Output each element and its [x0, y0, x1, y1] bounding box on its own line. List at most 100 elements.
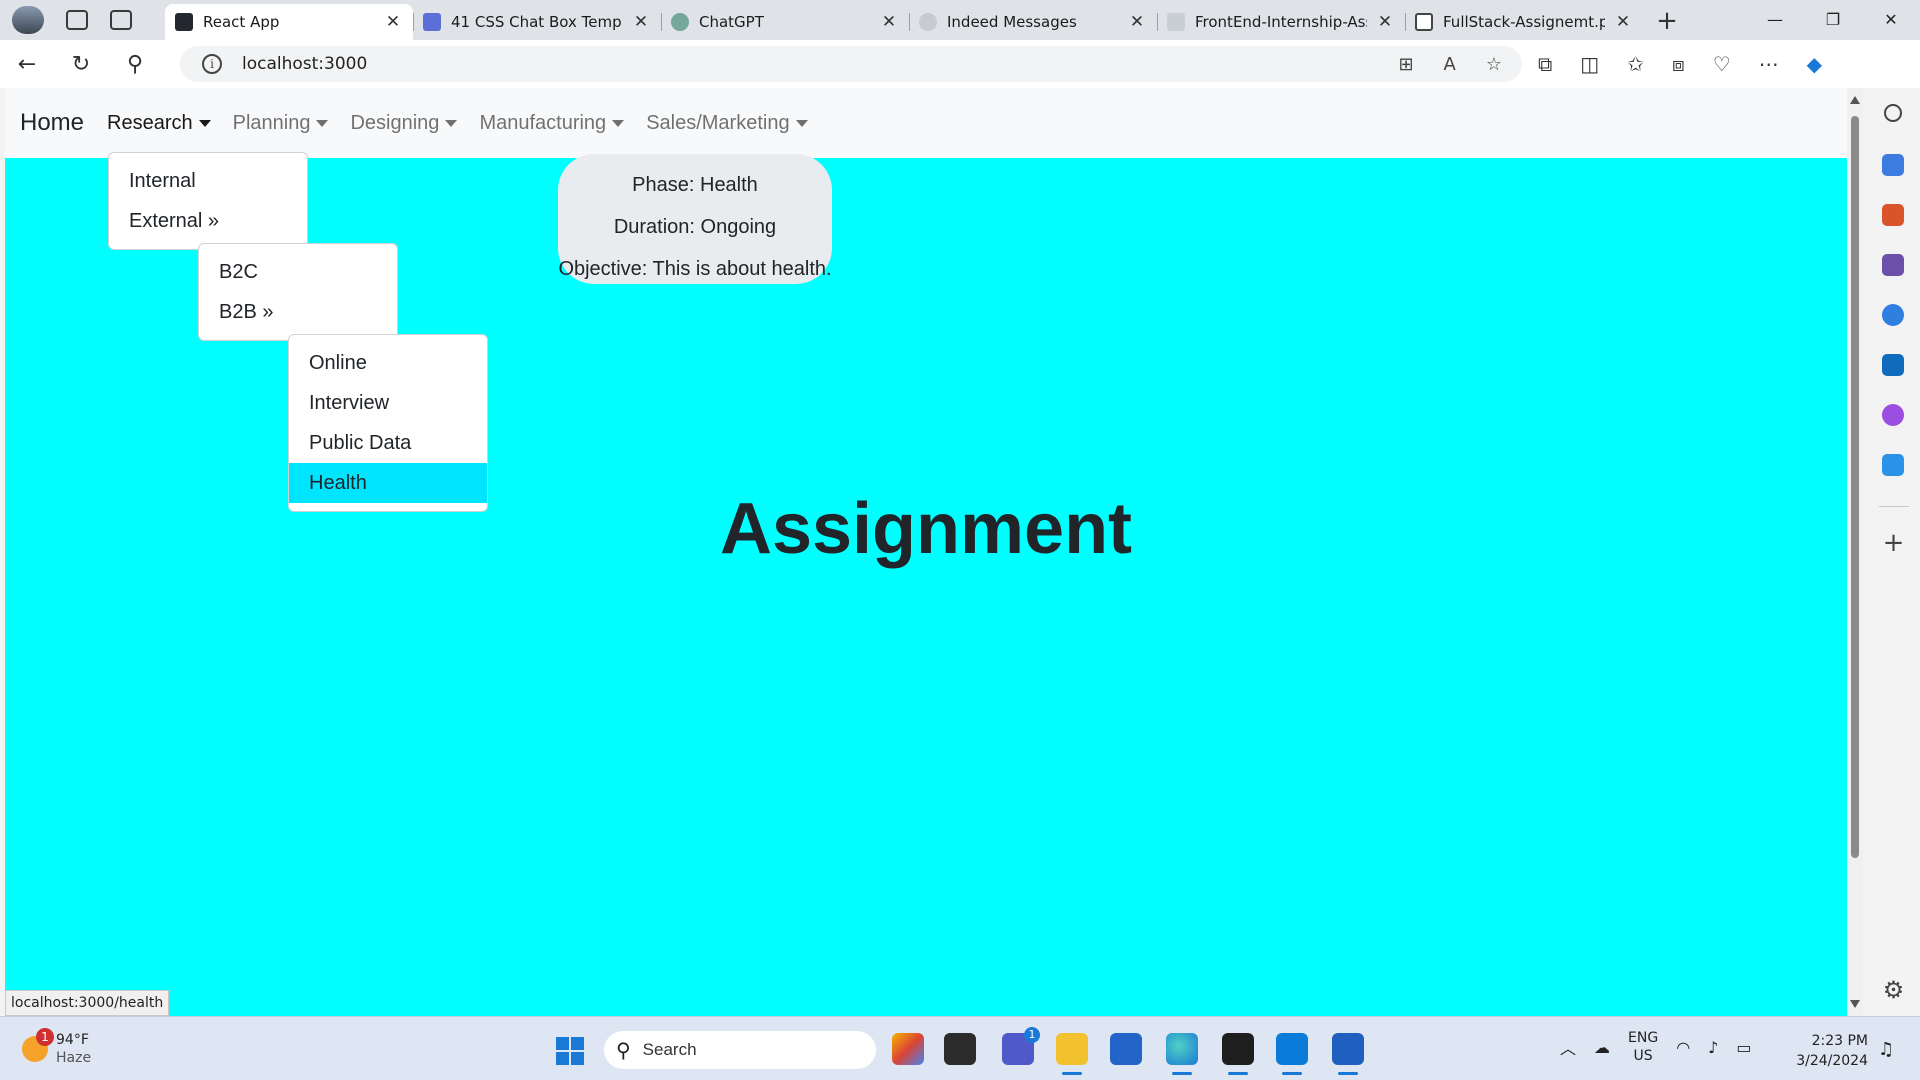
browser-essentials-icon[interactable]: ♡ — [1713, 52, 1731, 76]
copilot-icon[interactable]: ◆ — [1807, 52, 1822, 76]
menu-item-online[interactable]: Online — [289, 343, 487, 383]
refresh-icon[interactable]: ↻ — [54, 52, 108, 77]
info-favicon-icon — [919, 13, 937, 31]
close-tab-icon[interactable]: ✕ — [631, 12, 651, 32]
sidebar-settings-icon[interactable]: ⚙ — [1867, 976, 1920, 1004]
taskbar-clock[interactable]: 2:23 PM 3/24/2024 — [1792, 1031, 1868, 1071]
page-title: Assignment — [719, 489, 1133, 569]
sidebar-shopping-icon[interactable] — [1882, 154, 1904, 176]
new-tab-button[interactable]: + — [1643, 4, 1691, 40]
browser-tools: ⧉ ◫ ✩ ⧈ ♡ ⋯ ◆ — [1538, 40, 1822, 88]
duration-text: Duration: Ongoing — [613, 216, 777, 238]
page-viewport: Home Research Planning Designing Manufac… — [5, 88, 1847, 1016]
sidebar-add-icon[interactable]: + — [1867, 528, 1920, 558]
split-screen-icon[interactable]: ◫ — [1580, 52, 1599, 76]
page-scrollbar[interactable] — [1847, 88, 1863, 1016]
windows-taskbar: 1 94°F Haze ⚲ Search 1 ︿ ☁ ENG US ◠ ♪ ▭ … — [0, 1016, 1920, 1080]
b2b-submenu: Online Interview Public Data Health — [288, 334, 488, 512]
menu-item-interview[interactable]: Interview — [289, 383, 487, 423]
cloud-sync-icon[interactable]: ☁ — [1594, 1038, 1610, 1057]
external-submenu: B2C B2B » — [198, 243, 398, 341]
word-icon[interactable] — [1332, 1033, 1364, 1075]
taskbar-search[interactable]: ⚲ Search — [604, 1031, 876, 1069]
copilot-app-icon[interactable] — [892, 1033, 924, 1065]
site-favicon-icon — [423, 13, 441, 31]
sidebar-search-icon[interactable] — [1884, 104, 1902, 122]
close-window-icon[interactable]: ✕ — [1862, 0, 1920, 40]
address-url[interactable]: localhost:3000 — [242, 54, 367, 74]
task-view-icon[interactable] — [944, 1033, 976, 1065]
tab-actions-icon[interactable] — [110, 10, 132, 30]
language-indicator[interactable]: ENG US — [1628, 1029, 1658, 1065]
sidebar-drop-icon[interactable] — [1882, 454, 1904, 476]
sidebar-designer-icon[interactable] — [1882, 404, 1904, 426]
file-explorer-icon[interactable] — [1056, 1033, 1088, 1075]
app-available-icon[interactable]: ⊞ — [1398, 54, 1413, 75]
profile-avatar[interactable] — [12, 6, 44, 34]
nav-designing[interactable]: Designing — [339, 112, 468, 135]
nav-manufacturing[interactable]: Manufacturing — [468, 112, 635, 135]
close-tab-icon[interactable]: ✕ — [1127, 12, 1147, 32]
chevron-down-icon — [612, 119, 625, 127]
restore-icon[interactable]: ❐ — [1804, 0, 1862, 40]
collections-icon[interactable]: ⧈ — [1672, 52, 1685, 76]
edge-browser-icon[interactable] — [1166, 1033, 1198, 1075]
scrollbar-thumb[interactable] — [1851, 116, 1859, 858]
search-icon[interactable]: ⚲ — [108, 52, 162, 77]
chatgpt-favicon-icon — [671, 13, 689, 31]
scroll-up-icon[interactable] — [1850, 96, 1860, 104]
workspaces-icon[interactable] — [66, 10, 88, 30]
nav-research[interactable]: Research — [96, 112, 222, 135]
battery-icon[interactable]: ▭ — [1736, 1038, 1751, 1057]
sidebar-microsoft365-icon[interactable] — [1882, 304, 1904, 326]
favorites-icon[interactable]: ✩ — [1627, 52, 1644, 76]
notification-bell-icon[interactable]: ♫ — [1878, 1039, 1894, 1060]
read-aloud-icon[interactable]: A — [1444, 54, 1456, 75]
extensions-icon[interactable]: ⧉ — [1538, 52, 1552, 76]
sidebar-outlook-icon[interactable] — [1882, 354, 1904, 376]
react-favicon-icon — [175, 13, 193, 31]
windows-start-icon[interactable] — [556, 1037, 584, 1065]
tab-indeed-messages[interactable]: Indeed Messages ✕ — [909, 4, 1157, 40]
tab-chatgpt[interactable]: ChatGPT ✕ — [661, 4, 909, 40]
favorite-star-icon[interactable]: ☆ — [1486, 54, 1502, 75]
menu-item-b2c[interactable]: B2C — [199, 252, 397, 292]
window-controls: — ❐ ✕ — [1746, 0, 1920, 40]
taskbar-search-label: Search — [642, 1040, 697, 1059]
brand-home-link[interactable]: Home — [20, 109, 84, 137]
tab-react-app[interactable]: React App ✕ — [165, 4, 413, 40]
tab-frontend-internship[interactable]: FrontEnd-Internship-Assi ✕ — [1157, 4, 1405, 40]
teams-icon[interactable]: 1 — [1002, 1027, 1040, 1065]
more-options-icon[interactable]: ⋯ — [1759, 52, 1779, 76]
research-dropdown: Internal External » — [108, 152, 308, 250]
store-icon[interactable] — [1110, 1033, 1142, 1065]
menu-item-internal[interactable]: Internal — [109, 161, 307, 201]
menu-item-external[interactable]: External » — [109, 201, 307, 241]
minimize-icon[interactable]: — — [1746, 0, 1804, 40]
tab-fullstack-assignment[interactable]: FullStack-Assignemt.png ✕ — [1405, 4, 1643, 40]
close-tab-icon[interactable]: ✕ — [879, 12, 899, 32]
weather-widget[interactable]: 1 94°F Haze — [22, 1028, 91, 1067]
nav-planning[interactable]: Planning — [222, 112, 340, 135]
scroll-down-icon[interactable] — [1850, 1000, 1860, 1008]
wifi-icon[interactable]: ◠ — [1676, 1038, 1690, 1057]
sidebar-tools-icon[interactable] — [1882, 204, 1904, 226]
vscode-icon[interactable] — [1276, 1033, 1308, 1075]
volume-icon[interactable]: ♪ — [1708, 1038, 1718, 1057]
terminal-icon[interactable] — [1222, 1033, 1254, 1075]
menu-item-public-data[interactable]: Public Data — [289, 423, 487, 463]
menu-item-b2b[interactable]: B2B » — [199, 292, 397, 332]
sidebar-games-icon[interactable] — [1882, 254, 1904, 276]
site-info-icon[interactable]: i — [202, 54, 222, 74]
nav-sales-marketing[interactable]: Sales/Marketing — [635, 112, 818, 135]
close-tab-icon[interactable]: ✕ — [1375, 12, 1395, 32]
weather-temperature: 94°F — [56, 1032, 89, 1048]
back-icon[interactable]: ← — [0, 52, 54, 77]
close-tab-icon[interactable]: ✕ — [1613, 12, 1633, 32]
tab-css-chat-box[interactable]: 41 CSS Chat Box Templat ✕ — [413, 4, 661, 40]
browser-toolbar: ← ↻ ⚲ i localhost:3000 ⊞ A ☆ ⧉ ◫ ✩ ⧈ ♡ ⋯… — [0, 40, 1920, 88]
address-bar[interactable]: i localhost:3000 ⊞ A ☆ — [180, 46, 1522, 82]
show-hidden-icons-icon[interactable]: ︿ — [1560, 1035, 1576, 1059]
chevron-down-icon — [445, 119, 458, 127]
close-tab-icon[interactable]: ✕ — [383, 12, 403, 32]
